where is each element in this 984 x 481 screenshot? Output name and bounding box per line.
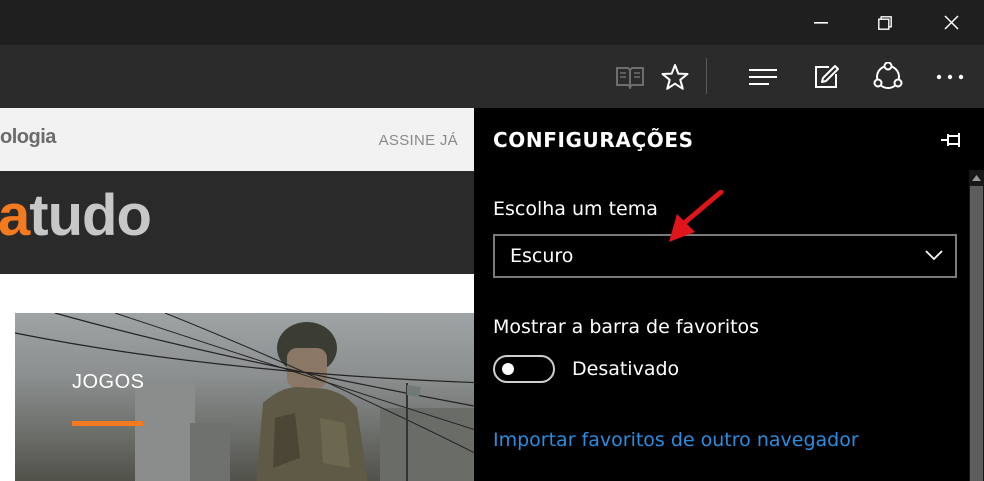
toolbar-separator bbox=[706, 58, 707, 94]
favorites-bar-label: Mostrar a barra de favoritos bbox=[493, 316, 760, 338]
hero-category-underline bbox=[72, 421, 143, 426]
hero-card[interactable]: JOGOS bbox=[15, 313, 474, 481]
share-icon bbox=[873, 61, 903, 89]
favorites-bar-state: Desativado bbox=[572, 358, 680, 380]
red-arrow-annotation bbox=[669, 190, 724, 242]
site-top-bar: ologia ASSINE JÁ bbox=[0, 108, 474, 171]
hero-category-label: JOGOS bbox=[72, 371, 145, 393]
minimize-icon bbox=[814, 21, 828, 24]
more-button[interactable] bbox=[927, 45, 973, 108]
edit-note-icon bbox=[815, 64, 839, 88]
logo-text: tudo bbox=[29, 183, 152, 248]
site-logo[interactable]: atudo bbox=[0, 187, 152, 245]
restore-icon bbox=[878, 15, 892, 30]
share-button[interactable] bbox=[865, 45, 911, 108]
settings-panel: CONFIGURAÇÕES Escolha um tema Escuro Mos… bbox=[474, 108, 984, 481]
add-favorite-button[interactable] bbox=[652, 45, 698, 108]
power-lines bbox=[15, 313, 474, 481]
web-page-content: ologia ASSINE JÁ atudo JOGOS bbox=[0, 108, 474, 481]
toggle-knob bbox=[502, 363, 514, 375]
pin-icon[interactable] bbox=[940, 130, 964, 150]
theme-label: Escolha um tema bbox=[493, 198, 658, 220]
reading-view-button[interactable] bbox=[607, 45, 653, 108]
close-icon bbox=[943, 15, 959, 30]
book-icon bbox=[616, 66, 644, 89]
chevron-down-icon bbox=[925, 250, 943, 261]
hub-icon bbox=[749, 68, 777, 85]
star-icon bbox=[661, 63, 689, 90]
site-section-title[interactable]: ologia bbox=[0, 126, 56, 149]
title-bar bbox=[0, 0, 984, 45]
scroll-thumb[interactable] bbox=[970, 186, 983, 481]
close-button[interactable] bbox=[928, 0, 974, 45]
theme-dropdown[interactable]: Escuro bbox=[493, 234, 957, 278]
web-note-button[interactable] bbox=[803, 45, 849, 108]
triangle-up-icon bbox=[972, 175, 981, 181]
logo-accent-text: a bbox=[0, 183, 30, 248]
settings-scrollbar[interactable] bbox=[969, 170, 984, 481]
import-favorites-link[interactable]: Importar favoritos de outro navegador bbox=[493, 429, 859, 451]
more-icon bbox=[936, 74, 964, 79]
favorites-bar-toggle[interactable] bbox=[493, 355, 555, 383]
site-header: atudo bbox=[0, 171, 474, 274]
hub-button[interactable] bbox=[740, 45, 786, 108]
browser-toolbar bbox=[0, 45, 984, 108]
restore-button[interactable] bbox=[862, 0, 908, 45]
settings-title: CONFIGURAÇÕES bbox=[493, 128, 694, 152]
theme-dropdown-value: Escuro bbox=[510, 245, 574, 267]
scroll-up-arrow[interactable] bbox=[969, 170, 984, 186]
subscribe-link[interactable]: ASSINE JÁ bbox=[379, 132, 458, 149]
minimize-button[interactable] bbox=[798, 0, 844, 45]
